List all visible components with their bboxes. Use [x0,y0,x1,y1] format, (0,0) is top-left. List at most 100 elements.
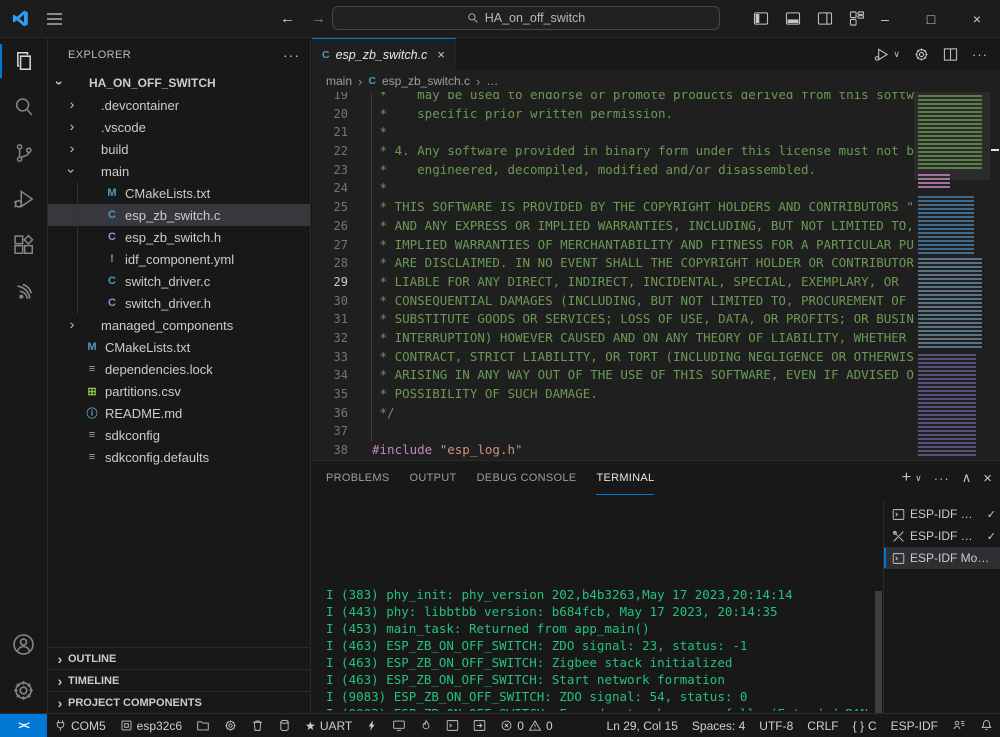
notifications-item[interactable] [973,714,1000,737]
window-maximize-button[interactable]: □ [908,0,954,38]
terminal-scrollbar[interactable] [875,591,882,716]
activity-search-icon[interactable] [0,84,48,130]
sidebar-section-header[interactable]: › TIMELINE [48,669,310,691]
explorer-more-actions-icon[interactable]: ··· [283,47,300,63]
tree-item-label: README.md [105,406,182,421]
minimap-code-block [918,258,982,350]
code-editor[interactable]: 19 * may be used to endorse or promote p… [312,92,1000,460]
panel-tab[interactable]: OUTPUT [410,461,457,495]
tree-item[interactable]: C switch_driver.h [48,292,310,314]
tree-item[interactable]: ⓘ README.md [48,402,310,424]
code-line: 21 * [312,123,1000,142]
tree-item[interactable]: C esp_zb_switch.c [48,204,310,226]
settings-gear-icon[interactable] [0,667,48,713]
panel-tab[interactable]: TERMINAL [596,461,654,495]
panel-tab[interactable]: DEBUG CONSOLE [477,461,577,495]
remote-indicator[interactable]: >< [0,714,47,737]
tree-item[interactable]: › HA_ON_OFF_SWITCH [48,72,310,94]
tab-esp-zb-switch[interactable]: C esp_zb_switch.c × [312,38,456,70]
activity-extensions-icon[interactable] [0,222,48,268]
toggle-secondary-sidebar-icon[interactable] [817,11,833,26]
tree-item[interactable]: ≡ sdkconfig [48,424,310,446]
tree-item[interactable]: › build [48,138,310,160]
tree-item[interactable]: ! idf_component.yml [48,248,310,270]
tree-item[interactable]: ≡ sdkconfig.defaults [48,446,310,468]
activity-explorer-icon[interactable] [0,38,48,84]
indentation-item[interactable]: Spaces: 4 [685,714,752,737]
toggle-sidebar-icon[interactable] [753,11,769,26]
activity-espressif-icon[interactable] [0,268,48,314]
new-terminal-icon[interactable]: + [902,469,911,487]
line-number: 27 [312,236,348,255]
esp-idf-version-item[interactable]: ESP-IDF [884,714,945,737]
monitor-item[interactable] [385,714,413,737]
feedback-item[interactable] [945,714,973,737]
full-clean-item[interactable] [244,714,271,737]
file-type-icon: ≡ [84,451,100,463]
maximize-panel-icon[interactable]: ∧ [962,470,972,486]
menuconfig-item[interactable] [217,714,244,737]
run-dropdown-chevron-icon[interactable]: ∨ [893,49,900,60]
window-close-button[interactable]: × [954,0,1000,38]
tree-item[interactable]: › .devcontainer [48,94,310,116]
run-device-icon[interactable] [874,47,889,62]
nav-back-icon[interactable]: ← [280,10,295,27]
tree-item[interactable]: M CMakeLists.txt [48,336,310,358]
build-flash-monitor-item[interactable] [439,714,466,737]
flash-method-item[interactable] [189,714,217,737]
menu-hamburger-icon[interactable] [47,13,62,25]
editor-group: C esp_zb_switch.c × ∨ ··· main › C esp_z… [312,38,1000,460]
panel-more-actions-icon[interactable]: ··· [934,471,950,486]
com-port-item[interactable]: COM5 [47,714,113,737]
tree-item[interactable]: C switch_driver.c [48,270,310,292]
tree-item[interactable]: › managed_components [48,314,310,336]
code-line: 22 * 4. Any software provided in binary … [312,142,1000,161]
terminal-list-item[interactable]: ESP-IDF Mo… [884,547,1000,569]
command-center-search[interactable]: HA_on_off_switch [332,6,720,30]
encoding-item[interactable]: UTF-8 [752,714,800,737]
close-panel-icon[interactable]: × [983,470,992,487]
tree-item[interactable]: › .vscode [48,116,310,138]
erase-flash-item[interactable] [271,714,298,737]
tree-item[interactable]: M CMakeLists.txt [48,182,310,204]
terminal-dropdown-chevron-icon[interactable]: ∨ [915,473,922,484]
device-target-item[interactable]: esp32c6 [113,714,189,737]
terminal-output[interactable]: I (383) phy_init: phy_version 202,b4b326… [326,501,878,711]
accounts-icon[interactable] [0,621,48,667]
build-item[interactable] [359,714,385,737]
window-minimize-button[interactable]: – [862,0,908,38]
tree-item[interactable]: › main [48,160,310,182]
uart-item[interactable]: ★ UART [298,714,359,737]
tree-item[interactable]: C esp_zb_switch.h [48,226,310,248]
vscode-logo-icon [12,10,29,27]
overview-ruler[interactable] [990,92,1000,460]
language-mode-item[interactable]: { } C [846,714,884,737]
breadcrumb-folder[interactable]: main [326,74,352,88]
toggle-panel-icon[interactable] [785,11,801,26]
minimap[interactable] [914,92,990,460]
flash-item[interactable] [413,714,439,737]
panel-tab-label: PROBLEMS [326,472,390,484]
terminal-list-item[interactable]: ESP-IDF … ✓ [884,525,1000,547]
tree-item[interactable]: ⊞ partitions.csv [48,380,310,402]
panel-tab[interactable]: PROBLEMS [326,461,390,495]
terminal-list-item[interactable]: ESP-IDF … ✓ [884,503,1000,525]
breadcrumb-symbol[interactable]: … [486,74,498,88]
editor-settings-gear-icon[interactable] [914,47,929,62]
tree-item[interactable]: ≡ dependencies.lock [48,358,310,380]
nav-forward-icon[interactable]: → [311,10,326,27]
sidebar-section-header[interactable]: › OUTLINE [48,647,310,669]
breadcrumb-file[interactable]: esp_zb_switch.c [382,74,470,88]
eol-item[interactable]: CRLF [800,714,845,737]
editor-more-actions-icon[interactable]: ··· [972,47,988,62]
tab-close-icon[interactable]: × [437,47,445,62]
open-ocd-item[interactable] [466,714,493,737]
cursor-position-item[interactable]: Ln 29, Col 15 [600,714,685,737]
activity-run-debug-icon[interactable] [0,176,48,222]
problems-item[interactable]: 0 0 [493,714,559,737]
panel-tabs: PROBLEMS OUTPUT DEBUG CONSOLE TERMINAL [326,461,654,495]
sidebar-section-header[interactable]: › PROJECT COMPONENTS [48,691,310,713]
activity-source-control-icon[interactable] [0,130,48,176]
split-editor-icon[interactable] [943,47,958,62]
person-feedback-icon [952,719,966,732]
